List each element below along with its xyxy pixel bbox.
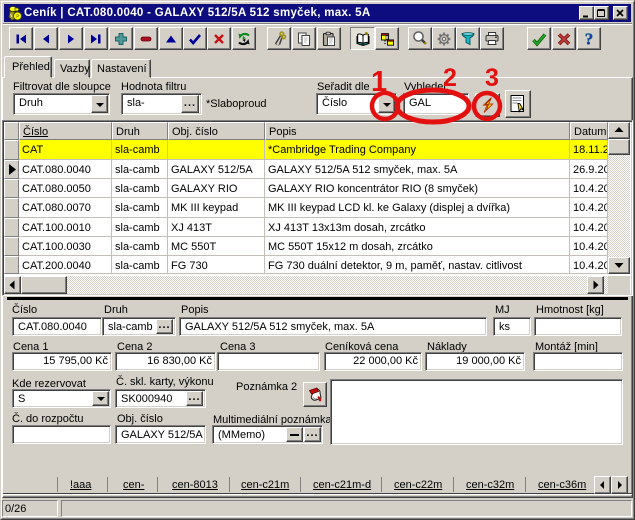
svg-text:?: ? (585, 31, 594, 47)
